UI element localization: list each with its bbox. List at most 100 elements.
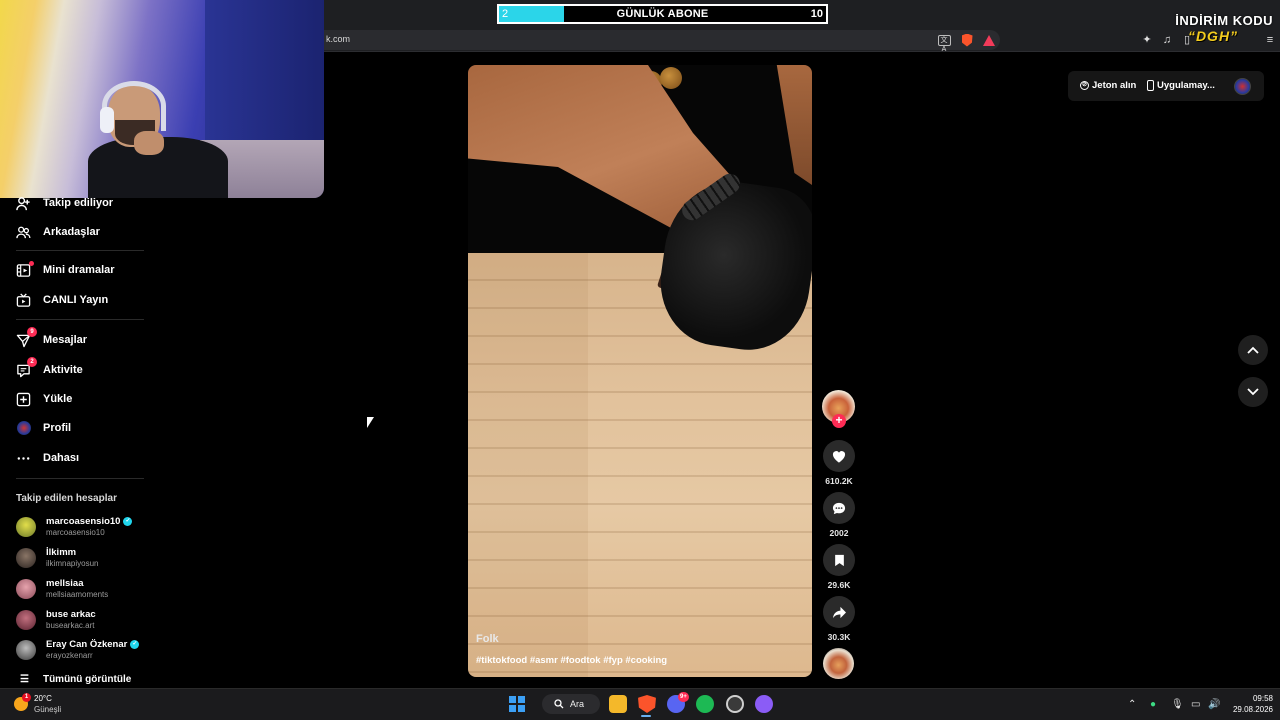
account-name: İlkimm (46, 547, 77, 558)
account-handle: marcoasensio10 (46, 528, 105, 537)
live-icon (16, 292, 31, 308)
like-button[interactable] (823, 440, 855, 472)
video-caption[interactable]: #tiktokfood #asmr #foodtok #fyp #cooking (476, 655, 667, 666)
brave-rewards-icon[interactable] (981, 32, 997, 48)
discount-code-title: İNDİRİM KODU (1175, 13, 1273, 28)
share-icon (832, 606, 846, 618)
discord-badge: 9+ (678, 692, 689, 702)
comment-count: 2002 (829, 528, 849, 538)
coin-icon: ⊘ (1080, 81, 1089, 90)
more-icon (16, 451, 31, 466)
network-app-icon[interactable]: ● (1150, 699, 1156, 710)
like-count: 610.2K (825, 476, 853, 486)
chevron-up-icon (1247, 346, 1259, 354)
followed-account[interactable]: İlkimm ilkimnapiyosun (16, 547, 98, 568)
sidebar-item-live[interactable]: CANLI Yayın (16, 290, 108, 310)
music-icon[interactable]: ♫ (1160, 33, 1174, 47)
sidebar-divider (16, 250, 144, 251)
account-name: Eray Can Özkenar (46, 639, 128, 650)
daily-subscriber-goal: 2 GÜNLÜK ABONE 10 (497, 4, 828, 24)
get-coins-button[interactable]: ⊘ Jeton alın (1080, 80, 1136, 91)
address-bar-url[interactable]: k.com (326, 34, 350, 44)
new-dot (29, 260, 34, 266)
get-app-button[interactable]: Uygulamay... (1147, 80, 1215, 91)
sidebar-item-friends[interactable]: Arkadaşlar (16, 222, 100, 242)
sidebar-item-label: Mini dramalar (43, 264, 115, 276)
taskbar-search-label: Ara (570, 699, 585, 709)
verified-icon: ✓ (123, 517, 133, 526)
app-icon[interactable] (755, 695, 773, 713)
sidebar-item-label: Yükle (43, 393, 73, 405)
sidebar-item-label: Dahası (43, 452, 80, 464)
video-author[interactable]: Folk (476, 633, 499, 645)
search-icon (554, 699, 564, 709)
share-count: 30.3K (827, 632, 851, 642)
sidebar-item-profile[interactable]: Profil (16, 418, 71, 438)
file-explorer-icon[interactable] (609, 695, 627, 713)
start-button[interactable] (509, 696, 525, 712)
clock-date[interactable]: 29.08.2026 (1226, 705, 1273, 714)
active-app-indicator (641, 715, 651, 717)
music-disc[interactable] (823, 648, 854, 679)
phone-icon (1147, 80, 1154, 91)
sidebar-divider (16, 478, 144, 479)
followed-account[interactable]: buse arkac busearkac.art (16, 609, 96, 630)
followed-account[interactable]: marcoasensio10 ✓ marcoasensio10 (16, 516, 133, 537)
sidebar-divider (16, 319, 144, 320)
avatar (16, 516, 36, 537)
user-avatar[interactable] (1234, 78, 1251, 95)
bookmark-icon (834, 554, 844, 566)
account-name-row: buse arkac (46, 609, 96, 620)
sidebar-item-activity[interactable]: 2 Aktivite (16, 356, 83, 380)
steam-icon[interactable] (726, 695, 744, 713)
previous-video-button[interactable] (1238, 335, 1268, 365)
avatar (16, 578, 36, 599)
followed-account[interactable]: Eray Can Özkenar ✓ erayozkenarr (16, 639, 140, 660)
menu-icon[interactable]: ≡ (1263, 33, 1277, 47)
sidebar-item-mini-drama[interactable]: Mini dramalar (16, 260, 115, 280)
sidebar-item-messages[interactable]: 9 Mesajlar (16, 326, 87, 350)
comment-button[interactable] (823, 492, 855, 524)
followed-account[interactable]: mellsiaa mellsiaamoments (16, 578, 108, 599)
activity-icon: 2 (16, 356, 37, 378)
mouse-cursor (367, 417, 374, 428)
translate-icon[interactable]: 文A (936, 32, 952, 53)
account-handle: ilkimnapiyosun (46, 559, 99, 568)
address-bar[interactable] (300, 30, 1000, 50)
friends-icon (16, 225, 31, 240)
profile-avatar (16, 421, 31, 436)
account-handle: erayozkenarr (46, 651, 93, 660)
sidebar-item-following[interactable]: Takip ediliyor (16, 193, 113, 213)
avatar (16, 547, 36, 568)
share-button[interactable] (823, 596, 855, 628)
weather-temperature[interactable]: 20°C (34, 694, 52, 703)
activity-badge: 2 (27, 356, 37, 367)
spotify-icon[interactable] (696, 695, 714, 713)
list-icon: ☰ (20, 674, 29, 685)
account-handle: busearkac.art (46, 621, 95, 630)
chevron-up-icon[interactable]: ⌃ (1128, 699, 1136, 710)
brave-shield-icon[interactable] (959, 32, 975, 48)
weather-badge: 1 (22, 693, 31, 702)
sidebar-item-label: Profil (43, 422, 72, 434)
weather-description[interactable]: Güneşli (34, 705, 61, 714)
clock-time[interactable]: 09:58 (1243, 694, 1273, 703)
account-name: buse arkac (46, 609, 96, 620)
save-button[interactable] (823, 544, 855, 576)
microphone-icon[interactable]: 🎙 (1171, 699, 1184, 710)
sidebar-item-label: Takip ediliyor (43, 197, 114, 209)
follow-plus-icon[interactable]: + (832, 414, 846, 428)
display-icon[interactable]: ▭ (1191, 699, 1200, 710)
sidebar-item-upload[interactable]: Yükle (16, 389, 72, 409)
sub-goal-label: GÜNLÜK ABONE (616, 8, 709, 20)
see-all-following-link[interactable]: ☰ Tümünü görüntüle (20, 674, 131, 685)
account-handle: mellsiaamoments (46, 590, 109, 599)
account-name-row: Eray Can Özkenar ✓ (46, 639, 140, 650)
sidebar-item-more[interactable]: Dahası (16, 448, 79, 468)
volume-icon[interactable]: 🔊 (1208, 699, 1220, 710)
puzzle-icon[interactable]: ✦ (1140, 33, 1154, 47)
next-video-button[interactable] (1238, 377, 1268, 407)
video-player[interactable]: Folk #tiktokfood #asmr #foodtok #fyp #co… (468, 65, 812, 677)
taskbar-search[interactable]: Ara (542, 694, 600, 714)
get-coins-label: Jeton alın (1092, 80, 1137, 91)
